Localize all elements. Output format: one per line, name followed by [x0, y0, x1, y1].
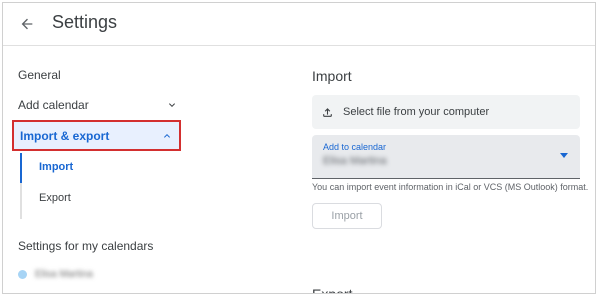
calendar-color-dot — [18, 270, 27, 279]
top-bar: Settings — [3, 3, 595, 46]
back-button[interactable] — [13, 10, 41, 38]
add-to-calendar-select[interactable]: Add to calendar Elisa Martina — [312, 135, 580, 179]
subnav-item-export[interactable]: Export — [39, 192, 71, 204]
upload-icon — [321, 106, 334, 119]
settings-window: Settings General Add calendar Import & e… — [2, 2, 596, 294]
subnav-item-import[interactable]: Import — [39, 161, 73, 173]
select-file-button[interactable]: Select file from your computer — [312, 95, 580, 129]
sidebar-item-label: Import & export — [20, 128, 110, 143]
sidebar-item-calendar[interactable]: Elisa Martina — [18, 269, 93, 280]
page-title: Settings — [52, 12, 118, 32]
import-export-subnav: Import Export — [20, 153, 73, 219]
import-section-title: Import — [312, 68, 352, 84]
chevron-up-icon — [164, 133, 170, 138]
sidebar-item-import-export[interactable]: Import & export — [12, 120, 181, 151]
add-to-calendar-value: Elisa Martina — [323, 155, 387, 167]
my-calendars-heading: Settings for my calendars — [18, 239, 154, 253]
select-file-label: Select file from your computer — [343, 106, 490, 118]
sidebar-item-label: Add calendar — [18, 98, 89, 112]
sidebar-item-add-calendar[interactable]: Add calendar — [18, 98, 178, 112]
import-button[interactable]: Import — [312, 203, 382, 229]
import-help-text: You can import event information in iCal… — [312, 182, 589, 192]
active-indicator — [20, 153, 22, 183]
calendar-name: Elisa Martina — [35, 269, 93, 280]
add-to-calendar-label: Add to calendar — [323, 142, 387, 152]
arrow-back-icon — [21, 18, 33, 30]
chevron-down-icon — [169, 103, 175, 107]
dropdown-arrow-icon — [560, 153, 568, 158]
export-section-title: Export — [312, 286, 353, 294]
sidebar-item-general[interactable]: General — [18, 68, 61, 82]
